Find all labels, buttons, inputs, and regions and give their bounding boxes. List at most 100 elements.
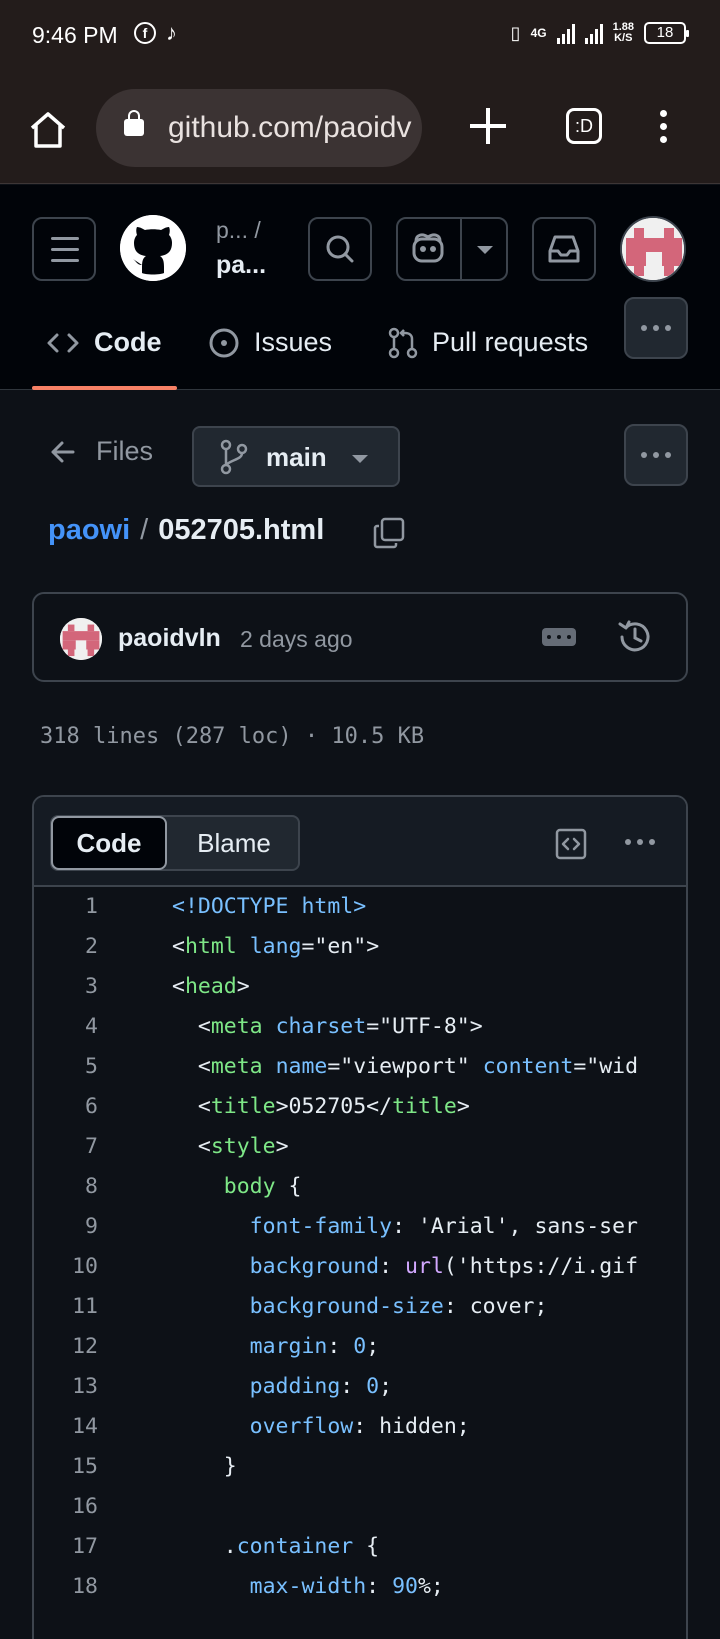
tab-issues[interactable]: Issues: [208, 295, 332, 390]
speed-unit: K/S: [614, 32, 633, 44]
repo-name[interactable]: pa...: [216, 251, 266, 280]
code-line: 9 font-family: 'Arial', sans-ser: [34, 1207, 686, 1247]
code-line: 10 background: url('https://i.gif: [34, 1247, 686, 1287]
active-tab-indicator: [32, 386, 177, 390]
line-source: .container {: [223, 1534, 380, 1559]
address-bar[interactable]: github.com/paoidv: [96, 89, 422, 167]
search-icon: [326, 235, 354, 263]
repo-owner[interactable]: p... /: [216, 217, 261, 244]
battery-icon: 18: [644, 22, 689, 44]
line-number[interactable]: 6: [34, 1087, 98, 1127]
code-line: 8 body {: [34, 1167, 686, 1207]
line-source: <style>: [197, 1134, 289, 1159]
copy-icon[interactable]: [372, 516, 406, 550]
git-branch-icon: [220, 439, 248, 475]
github-header: p... / pa... Code Issues Pull requests: [0, 185, 720, 390]
line-number[interactable]: 4: [34, 1007, 98, 1047]
line-number[interactable]: 5: [34, 1047, 98, 1087]
line-number[interactable]: 18: [34, 1567, 98, 1607]
search-button[interactable]: [308, 217, 372, 281]
line-number[interactable]: 14: [34, 1407, 98, 1447]
more-horizontal-icon: [641, 325, 671, 331]
line-number[interactable]: 2: [34, 927, 98, 967]
copilot-button[interactable]: [396, 217, 508, 281]
new-tab-icon[interactable]: [468, 106, 508, 146]
menu-button[interactable]: [32, 217, 96, 281]
tab-code[interactable]: Code: [46, 295, 162, 390]
code-line: 14 overflow: hidden;: [34, 1407, 686, 1447]
line-source: padding: 0;: [249, 1374, 393, 1399]
commit-author-avatar[interactable]: [60, 618, 102, 660]
code-lines: 1 <!DOCTYPE html> 2 <html lang="en"> 3 <head>…: [34, 887, 686, 1607]
code-square-icon[interactable]: [554, 827, 588, 861]
line-source: <meta name="viewport" content="wid: [197, 1054, 639, 1079]
line-number[interactable]: 12: [34, 1327, 98, 1367]
code-line: 17 .container {: [34, 1527, 686, 1567]
network-type: 4G: [530, 26, 547, 40]
breadcrumb-file: 052705.html: [158, 514, 325, 546]
line-source: <head>: [172, 974, 250, 999]
github-logo-icon[interactable]: [120, 215, 186, 281]
files-back-button[interactable]: Files: [50, 436, 153, 467]
more-tabs-button[interactable]: [624, 297, 688, 359]
signal-icon: [556, 22, 575, 44]
vibrate-icon: ▯: [510, 22, 521, 43]
pull-request-icon: [388, 327, 418, 358]
line-source: max-width: 90%;: [249, 1574, 444, 1599]
file-more-button[interactable]: [624, 424, 688, 486]
home-icon[interactable]: [26, 108, 70, 152]
commit-author[interactable]: paoidvln: [118, 624, 221, 653]
browser-menu-icon[interactable]: [657, 110, 669, 150]
code-view-button[interactable]: Code: [51, 816, 167, 870]
caret-down-icon: [352, 455, 368, 463]
line-source: <html lang="en">: [172, 934, 380, 959]
line-number[interactable]: 16: [34, 1487, 98, 1527]
chevron-down-icon[interactable]: [462, 219, 508, 279]
view-mode-toggle: Code Blame: [50, 815, 300, 871]
code-viewer: Code Blame 1 <!DOCTYPE html> 2 <html lang="…: [32, 795, 688, 1639]
code-line: 5 <meta name="viewport" content="wid: [34, 1047, 686, 1087]
line-number[interactable]: 10: [34, 1247, 98, 1287]
code-line: 15 }: [34, 1447, 686, 1487]
line-number[interactable]: 13: [34, 1367, 98, 1407]
code-line: 3 <head>: [34, 967, 686, 1007]
breadcrumb-repo-link[interactable]: paowi: [48, 514, 130, 547]
line-number[interactable]: 3: [34, 967, 98, 1007]
blame-view-button[interactable]: Blame: [168, 817, 300, 869]
line-source: background: url('https://i.gif: [249, 1254, 639, 1279]
line-number[interactable]: 9: [34, 1207, 98, 1247]
code-line: 12 margin: 0;: [34, 1327, 686, 1367]
repo-owner-text: p...: [216, 217, 248, 243]
line-number[interactable]: 8: [34, 1167, 98, 1207]
line-source: margin: 0;: [249, 1334, 380, 1359]
commit-message-toggle[interactable]: [542, 628, 576, 646]
code-line: 4 <meta charset="UTF-8">: [34, 1007, 686, 1047]
branch-name: main: [266, 442, 327, 472]
repo-owner-sep: /: [254, 217, 261, 243]
arrow-left-icon: [51, 441, 75, 462]
branch-selector[interactable]: main: [192, 426, 400, 487]
code-line: 16: [34, 1487, 686, 1527]
tab-switcher-button[interactable]: :D: [566, 108, 602, 144]
inbox-button[interactable]: [532, 217, 596, 281]
avatar[interactable]: [620, 216, 686, 282]
viewer-more-button[interactable]: [620, 827, 660, 857]
line-source: overflow: hidden;: [249, 1414, 470, 1439]
line-number[interactable]: 7: [34, 1127, 98, 1167]
code-line: 1 <!DOCTYPE html>: [34, 887, 686, 927]
breadcrumb: paowi / 052705.html: [48, 514, 324, 547]
history-icon[interactable]: [616, 618, 654, 656]
line-number[interactable]: 17: [34, 1527, 98, 1567]
tab-pulls-label: Pull requests: [432, 327, 589, 357]
line-number[interactable]: 15: [34, 1447, 98, 1487]
line-source: <title>052705</title>: [197, 1094, 470, 1119]
tab-pull-requests[interactable]: Pull requests: [388, 295, 588, 390]
files-back-label: Files: [96, 436, 154, 466]
network-speed: 1.88 K/S: [613, 22, 634, 44]
tiktok-icon: ♪: [166, 20, 177, 45]
copilot-icon: [412, 233, 444, 263]
line-number[interactable]: 1: [34, 887, 98, 927]
ellipsis-icon: [547, 635, 571, 639]
status-time: 9:46 PM: [32, 22, 118, 48]
line-number[interactable]: 11: [34, 1287, 98, 1327]
